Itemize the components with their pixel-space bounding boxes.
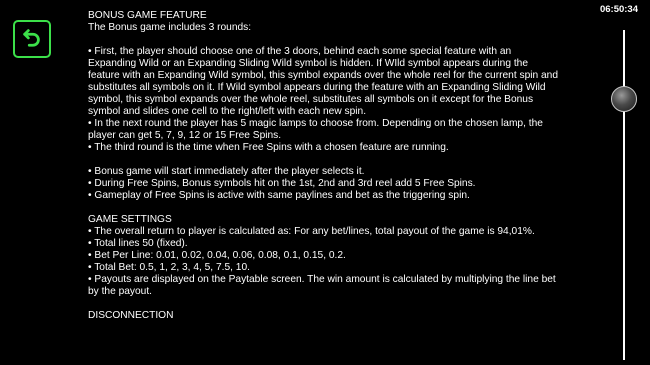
settings-payouts: • Payouts are displayed on the Paytable … <box>88 274 556 297</box>
settings-heading: GAME SETTINGS <box>88 214 172 225</box>
scrollbar-thumb[interactable] <box>611 86 637 112</box>
round3-text: • The third round is the time when Free … <box>88 142 449 153</box>
bonus-note-1: • Bonus game will start immediately afte… <box>88 166 365 177</box>
round2-text: • In the next round the player has 5 mag… <box>88 118 543 141</box>
bonus-note-3: • Gameplay of Free Spins is active with … <box>88 190 470 201</box>
help-content: BONUS GAME FEATURE The Bonus game includ… <box>88 10 558 322</box>
scrollbar-track[interactable] <box>623 30 625 360</box>
clock: 06:50:34 <box>599 4 638 15</box>
settings-total-bet: • Total Bet: 0.5, 1, 2, 3, 4, 5, 7.5, 10… <box>88 262 250 273</box>
disconnection-heading: DISCONNECTION <box>88 310 174 321</box>
bonus-intro: The Bonus game includes 3 rounds: <box>88 22 252 33</box>
bonus-note-2: • During Free Spins, Bonus symbols hit o… <box>88 178 476 189</box>
back-arrow-icon <box>21 26 43 53</box>
round1-text: • First, the player should choose one of… <box>88 46 559 117</box>
bonus-heading: BONUS GAME FEATURE <box>88 10 207 21</box>
settings-rtp: • The overall return to player is calcul… <box>88 226 535 237</box>
settings-lines: • Total lines 50 (fixed). <box>88 238 188 249</box>
settings-bet-per-line: • Bet Per Line: 0.01, 0.02, 0.04, 0.06, … <box>88 250 346 261</box>
back-button[interactable] <box>13 20 51 58</box>
